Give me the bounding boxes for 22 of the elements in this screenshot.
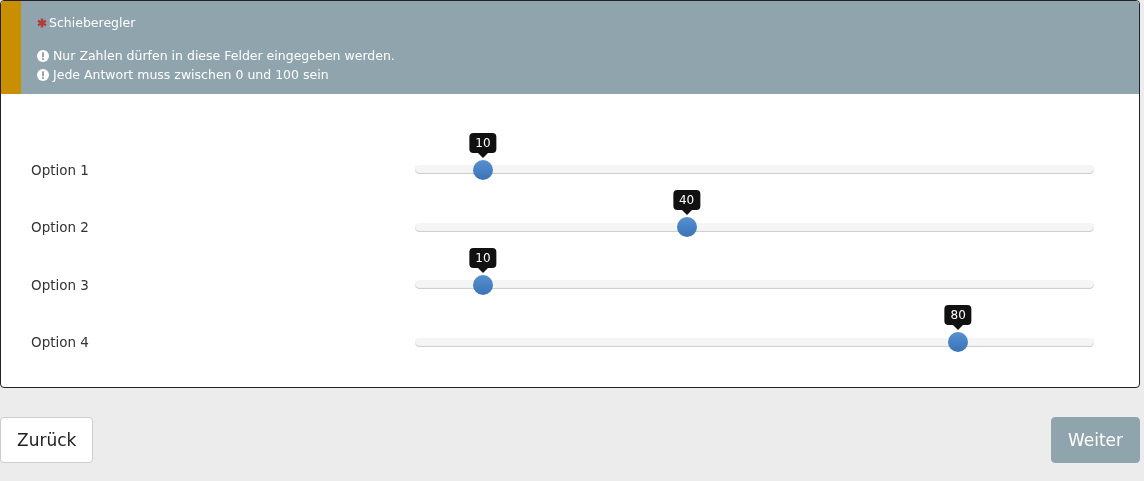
option-label: Option 2 [31, 219, 90, 236]
slider-handle[interactable] [948, 332, 969, 353]
value-tooltip: 80 [944, 305, 972, 326]
option-label: Option 3 [31, 276, 90, 293]
slider-track[interactable] [415, 337, 1094, 347]
exclamation-icon [37, 68, 49, 81]
slider-handle[interactable] [472, 274, 493, 295]
slider-track[interactable] [415, 280, 1094, 290]
slider-track[interactable] [415, 222, 1094, 232]
slider-handle[interactable] [676, 217, 697, 238]
value-tooltip: 10 [469, 132, 497, 153]
question-title: Schieberegler [49, 15, 136, 30]
value-tooltip: 40 [672, 190, 701, 211]
value-tooltip: 10 [469, 247, 497, 268]
tip-text: Jede Antwort muss zwischen 0 und 100 sein [53, 67, 329, 82]
option-label: Option 4 [31, 334, 90, 351]
back-button[interactable]: Zurück [0, 417, 94, 463]
exclamation-icon [37, 49, 49, 62]
option-label: Option 1 [31, 161, 90, 178]
slider-track[interactable] [415, 165, 1094, 175]
tip-text: Nur Zahlen dürfen in diese Felder eingegeben werden. [53, 48, 395, 63]
slider-handle[interactable] [472, 159, 493, 180]
